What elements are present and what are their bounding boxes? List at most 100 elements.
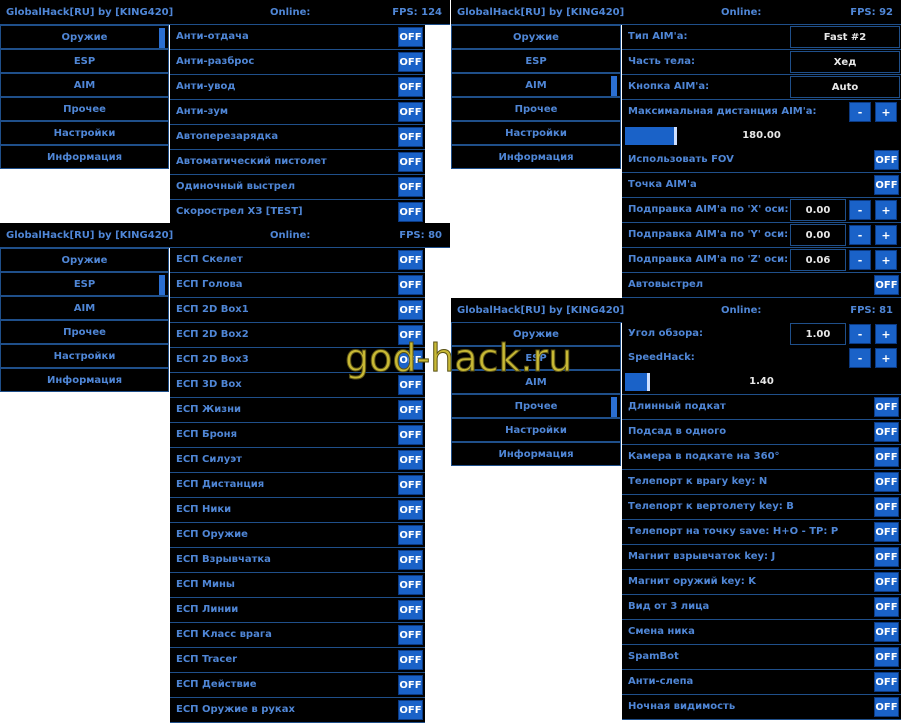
off-toggle-button[interactable]: OFF <box>398 177 423 197</box>
off-toggle-button[interactable]: OFF <box>874 422 899 442</box>
option-label: Телепорт к вертолету key: B <box>628 501 794 512</box>
off-toggle-button[interactable]: OFF <box>874 447 899 467</box>
plus-button[interactable]: + <box>875 225 897 245</box>
off-toggle-button[interactable]: OFF <box>874 697 899 717</box>
off-toggle-button[interactable]: OFF <box>398 700 423 720</box>
plus-button[interactable]: + <box>875 348 897 368</box>
off-toggle-button[interactable]: OFF <box>398 550 423 570</box>
off-toggle-button[interactable]: OFF <box>398 52 423 72</box>
tab-3[interactable]: Прочее <box>451 394 621 418</box>
off-toggle-button[interactable]: OFF <box>398 152 423 172</box>
value-selector[interactable]: Fast #2 <box>790 26 900 48</box>
tab-2[interactable]: AIM <box>451 73 621 97</box>
off-toggle-button[interactable]: OFF <box>874 397 899 417</box>
off-toggle-button[interactable]: OFF <box>874 175 899 195</box>
value-field[interactable]: 0.00 <box>790 224 846 246</box>
win2-header[interactable]: GlobalHack[RU] by [KING420] Online: FPS: 8… <box>0 223 450 248</box>
minus-button[interactable]: - <box>849 225 871 245</box>
off-toggle-button[interactable]: OFF <box>398 300 423 320</box>
off-toggle-button[interactable]: OFF <box>398 600 423 620</box>
off-toggle-button[interactable]: OFF <box>398 500 423 520</box>
tab-3[interactable]: Прочее <box>0 97 169 121</box>
tab-4[interactable]: Настройки <box>451 121 621 145</box>
off-toggle-button[interactable]: OFF <box>874 672 899 692</box>
tab-5[interactable]: Информация <box>0 145 169 169</box>
plus-button[interactable]: + <box>875 250 897 270</box>
option-row: Длинный подкат OFF <box>622 395 901 420</box>
win1-header[interactable]: GlobalHack[RU] by [KING420] Online: FPS: 1… <box>0 0 450 25</box>
option-row: ЕСП Взрывчатка OFF <box>170 548 425 573</box>
tab-0[interactable]: Оружие <box>451 25 621 49</box>
value-field[interactable]: 0.06 <box>790 249 846 271</box>
minus-button[interactable]: - <box>849 250 871 270</box>
off-toggle-button[interactable]: OFF <box>398 425 423 445</box>
off-toggle-button[interactable]: OFF <box>874 572 899 592</box>
value-slider[interactable]: 180.00 <box>625 127 898 145</box>
tab-5[interactable]: Информация <box>451 145 621 169</box>
win4-header[interactable]: GlobalHack[RU] by [KING420] Online: FPS: 8… <box>451 298 901 323</box>
off-toggle-button[interactable]: OFF <box>874 647 899 667</box>
off-toggle-button[interactable]: OFF <box>398 127 423 147</box>
tab-4[interactable]: Настройки <box>451 418 621 442</box>
value-slider[interactable]: 1.40 <box>625 373 898 391</box>
plus-button[interactable]: + <box>875 102 897 122</box>
off-toggle-button[interactable]: OFF <box>398 475 423 495</box>
minus-button[interactable]: - <box>849 324 871 344</box>
value-selector[interactable]: Auto <box>790 76 900 98</box>
off-toggle-button[interactable]: OFF <box>398 625 423 645</box>
tab-2[interactable]: AIM <box>0 296 169 320</box>
tab-1[interactable]: ESP <box>0 49 169 73</box>
off-toggle-button[interactable]: OFF <box>398 202 423 222</box>
option-label: Магнит оружий key: K <box>628 576 757 587</box>
option-label: ЕСП Жизни <box>176 404 241 415</box>
tab-0[interactable]: Оружие <box>0 25 169 49</box>
off-toggle-button[interactable]: OFF <box>874 622 899 642</box>
off-toggle-button[interactable]: OFF <box>874 275 899 295</box>
off-toggle-button[interactable]: OFF <box>398 675 423 695</box>
option-label: Анти-разброс <box>176 56 255 67</box>
off-toggle-button[interactable]: OFF <box>874 472 899 492</box>
off-toggle-button[interactable]: OFF <box>874 597 899 617</box>
off-toggle-button[interactable]: OFF <box>874 547 899 567</box>
off-toggle-button[interactable]: OFF <box>398 650 423 670</box>
off-toggle-button[interactable]: OFF <box>398 525 423 545</box>
minus-button[interactable]: - <box>849 102 871 122</box>
tab-5[interactable]: Информация <box>0 368 169 392</box>
tab-1[interactable]: ESP <box>451 49 621 73</box>
option-label: SpeedHack: <box>628 352 695 363</box>
value-selector[interactable]: Хед <box>790 51 900 73</box>
option-row: ЕСП Оружие в руках OFF <box>170 698 425 723</box>
minus-button[interactable]: - <box>849 200 871 220</box>
tab-3[interactable]: Прочее <box>0 320 169 344</box>
plus-button[interactable]: + <box>875 324 897 344</box>
option-label: Тип AIM'а: <box>628 31 688 42</box>
off-toggle-button[interactable]: OFF <box>398 450 423 470</box>
off-toggle-button[interactable]: OFF <box>398 77 423 97</box>
plus-button[interactable]: + <box>875 200 897 220</box>
tab-3[interactable]: Прочее <box>451 97 621 121</box>
off-toggle-button[interactable]: OFF <box>398 102 423 122</box>
off-toggle-button[interactable]: OFF <box>398 275 423 295</box>
off-toggle-button[interactable]: OFF <box>398 27 423 47</box>
tab-0[interactable]: Оружие <box>0 248 169 272</box>
option-label: ЕСП 2D Box2 <box>176 329 249 340</box>
off-toggle-button[interactable]: OFF <box>874 522 899 542</box>
tab-5[interactable]: Информация <box>451 442 621 466</box>
tab-label: Оружие <box>513 31 559 43</box>
off-toggle-button[interactable]: OFF <box>398 250 423 270</box>
value-field[interactable]: 0.00 <box>790 199 846 221</box>
tab-2[interactable]: AIM <box>0 73 169 97</box>
value-field[interactable]: 1.00 <box>790 323 846 345</box>
tab-1[interactable]: ESP <box>0 272 169 296</box>
off-toggle-button[interactable]: OFF <box>398 400 423 420</box>
win3-header[interactable]: GlobalHack[RU] by [KING420] Online: FPS: 9… <box>451 0 901 25</box>
option-row: ЕСП Силуэт OFF <box>170 448 425 473</box>
off-toggle-button[interactable]: OFF <box>874 150 899 170</box>
option-row: Анти-увод OFF <box>170 75 425 100</box>
off-toggle-button[interactable]: OFF <box>398 575 423 595</box>
tab-4[interactable]: Настройки <box>0 344 169 368</box>
tab-4[interactable]: Настройки <box>0 121 169 145</box>
option-label: ЕСП Линии <box>176 604 239 615</box>
off-toggle-button[interactable]: OFF <box>874 497 899 517</box>
minus-button[interactable]: - <box>849 348 871 368</box>
